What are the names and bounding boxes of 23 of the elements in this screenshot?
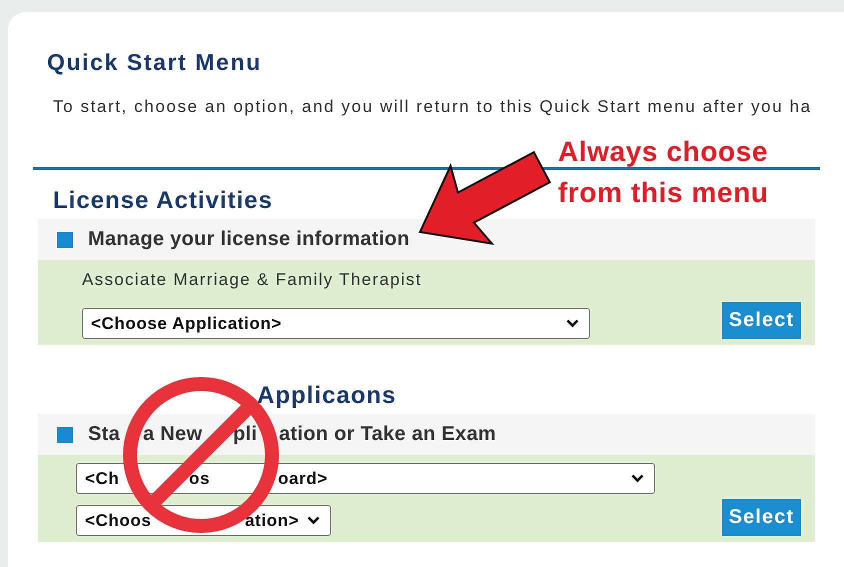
chevron-down-icon bbox=[631, 474, 644, 483]
dropdown-field[interactable]: <Ch os oard> bbox=[76, 463, 655, 494]
select-button[interactable]: Select bbox=[722, 499, 801, 536]
menu-item-row[interactable]: Sta a New pli ation or Take an Exam bbox=[38, 414, 815, 455]
page-title: Quick Start Menu bbox=[46, 48, 262, 75]
intro-text: To start, choose an option, and you will return to this Quick Start menu after you ha bbox=[53, 97, 812, 117]
select-button[interactable]: Select bbox=[722, 302, 801, 339]
dropdown-field[interactable]: <Choose Application> bbox=[82, 308, 590, 339]
field-label: Associate Marriage & Family Therapist bbox=[82, 270, 423, 290]
section-heading: Applica bbox=[257, 381, 351, 411]
menu-item-label: pli bbox=[233, 423, 258, 446]
section-heading: ons bbox=[350, 381, 396, 411]
menu-item-row[interactable]: Manage your license information bbox=[38, 219, 815, 260]
square-icon bbox=[57, 232, 73, 248]
section-heading: License Activities bbox=[53, 186, 273, 216]
menu-item-label: a New bbox=[143, 423, 202, 446]
menu-item-label: ation or Take an Exam bbox=[279, 423, 496, 446]
menu-item-label: Sta bbox=[88, 423, 120, 446]
square-icon bbox=[57, 426, 73, 442]
menu-item-label: Manage your license information bbox=[88, 228, 410, 251]
annotation-text: Always choose from this menu bbox=[558, 135, 769, 210]
chevron-down-icon bbox=[566, 319, 579, 328]
chevron-down-icon bbox=[307, 516, 320, 525]
